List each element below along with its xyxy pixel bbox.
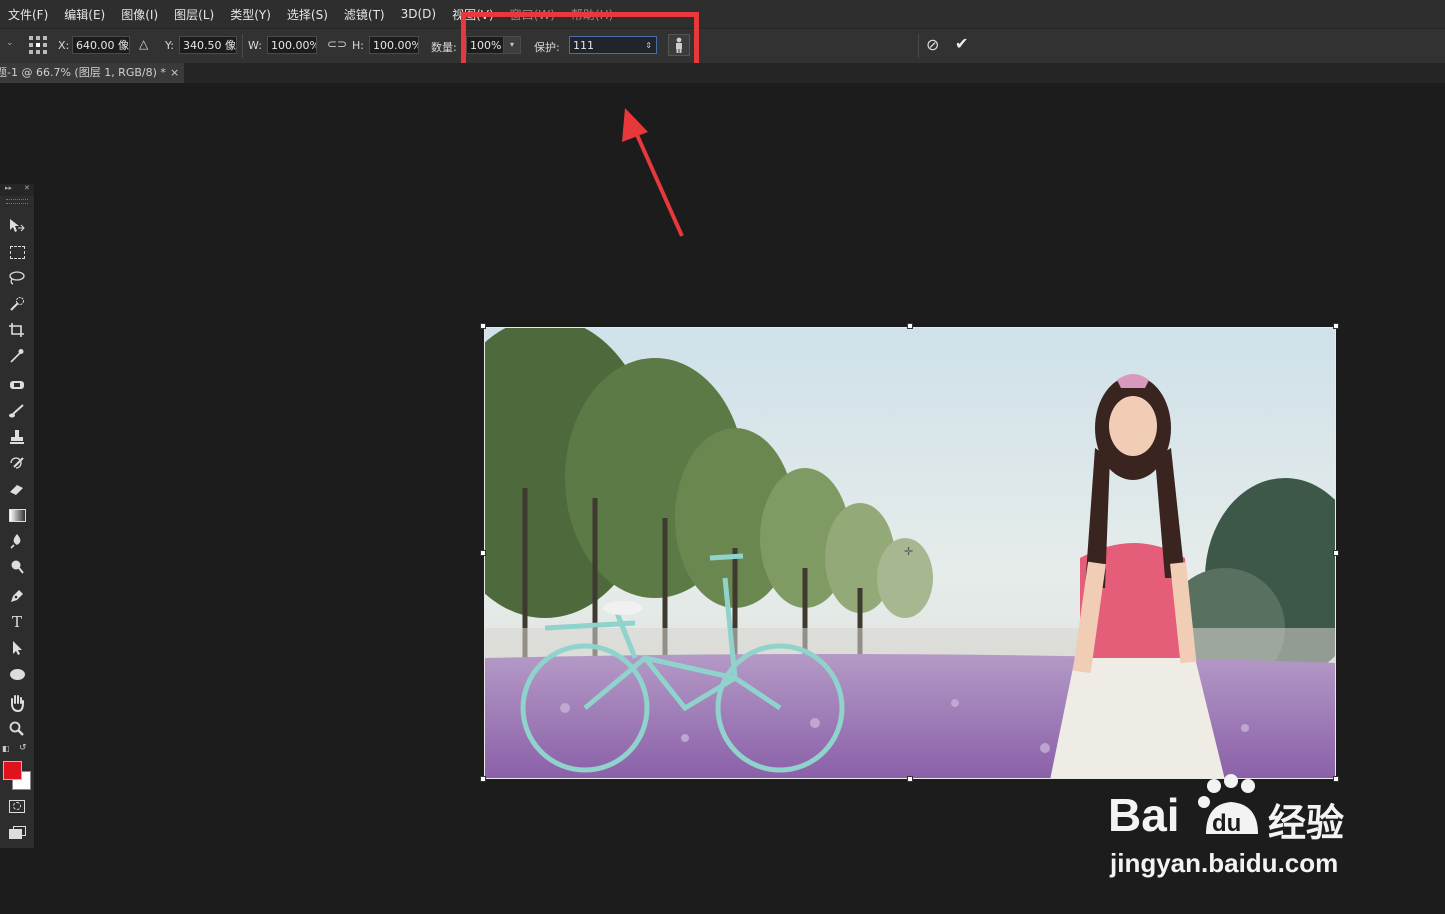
transform-handle-bottom-left[interactable]	[480, 776, 486, 782]
menu-layer[interactable]: 图层(L)	[166, 6, 222, 23]
tool-preset-chevron-icon[interactable]: ⌄	[6, 38, 14, 48]
swap-colors-icon[interactable]: ↺	[19, 743, 27, 753]
pen-icon[interactable]	[3, 585, 31, 607]
transform-handle-bottom[interactable]	[907, 776, 913, 782]
transform-handle-top[interactable]	[907, 323, 913, 329]
move-icon[interactable]	[3, 215, 31, 237]
transform-handle-top-right[interactable]	[1333, 323, 1339, 329]
menu-edit[interactable]: 编辑(E)	[56, 6, 113, 23]
quick-mask-icon[interactable]	[3, 795, 31, 817]
gradient-icon[interactable]	[3, 504, 31, 526]
watermark-brand-suffix: du	[1212, 810, 1242, 837]
menu-file[interactable]: 文件(F)	[0, 6, 56, 23]
height-field[interactable]: 100.00%	[369, 36, 419, 54]
divider	[918, 34, 919, 58]
zoom-icon[interactable]	[3, 718, 31, 740]
marquee-icon[interactable]	[3, 241, 31, 263]
bicycle-seat	[603, 601, 643, 615]
quick-select-icon[interactable]	[3, 293, 31, 315]
lasso-icon[interactable]	[3, 267, 31, 289]
foreground-color-swatch[interactable]	[3, 761, 22, 780]
type-icon[interactable]: T	[3, 611, 31, 633]
document-tab-bar: 题-1 @ 66.7% (图层 1, RGB/8) * ×	[0, 63, 1445, 83]
history-brush-icon[interactable]	[3, 452, 31, 474]
healing-icon[interactable]	[3, 374, 31, 396]
tools-panel: ▸▸ ✕ T ◧ ↺	[0, 184, 35, 848]
cancel-icon[interactable]: ⊘	[926, 35, 939, 54]
eyedropper-icon[interactable]	[3, 345, 31, 367]
y-field[interactable]: 340.50 像素	[179, 36, 237, 54]
close-panel-icon[interactable]: ✕	[24, 184, 30, 192]
menu-select[interactable]: 选择(S)	[279, 6, 336, 23]
watermark-url: jingyan.baidu.com	[1110, 848, 1339, 878]
annotation-arrow	[622, 108, 684, 237]
close-icon[interactable]: ×	[170, 63, 179, 83]
screen-mode-icon[interactable]	[3, 821, 31, 843]
panel-grip[interactable]	[6, 199, 28, 204]
menu-image[interactable]: 图像(I)	[113, 6, 166, 23]
x-field[interactable]: 640.00 像素	[72, 36, 130, 54]
commit-icon[interactable]: ✔	[955, 34, 968, 53]
panel-header[interactable]: ▸▸ ✕	[0, 184, 34, 196]
menu-3d[interactable]: 3D(D)	[393, 7, 444, 21]
hand-icon[interactable]	[3, 692, 31, 714]
watermark: Bai du 经验 jingyan.baidu.com	[1108, 774, 1378, 890]
eraser-icon[interactable]	[3, 478, 31, 500]
transform-center-icon[interactable]: ✛	[904, 545, 913, 558]
watermark-cn: 经验	[1268, 801, 1345, 845]
document-tab[interactable]: 题-1 @ 66.7% (图层 1, RGB/8) * ×	[0, 63, 184, 83]
options-bar: ⌄ X: 640.00 像素 △ Y: 340.50 像素 W: 100.00%…	[0, 28, 1445, 65]
x-label: X:	[58, 39, 70, 52]
ellipse-icon[interactable]	[3, 663, 31, 685]
brush-icon[interactable]	[3, 400, 31, 422]
blur-icon[interactable]	[3, 530, 31, 552]
amount-label: 数量:	[431, 41, 457, 54]
w-label: W:	[248, 39, 262, 52]
crop-icon[interactable]	[3, 319, 31, 341]
delta-icon[interactable]: △	[139, 37, 148, 51]
path-select-icon[interactable]	[3, 637, 31, 659]
link-icon[interactable]: ⊂⊃	[327, 37, 347, 51]
dodge-icon[interactable]	[3, 556, 31, 578]
reference-point-icon[interactable]	[29, 36, 47, 54]
document-tab-title: 题-1 @ 66.7% (图层 1, RGB/8) *	[0, 66, 166, 79]
stamp-icon[interactable]	[3, 426, 31, 448]
transform-handle-right[interactable]	[1333, 550, 1339, 556]
menu-bar: 文件(F) 编辑(E) 图像(I) 图层(L) 类型(Y) 选择(S) 滤镜(T…	[0, 0, 1445, 28]
y-label: Y:	[165, 39, 174, 52]
transform-handle-left[interactable]	[480, 550, 486, 556]
menu-type[interactable]: 类型(Y)	[222, 6, 279, 23]
collapse-icon[interactable]: ▸▸	[5, 184, 12, 192]
transform-handle-top-left[interactable]	[480, 323, 486, 329]
watermark-brand: Bai	[1108, 789, 1180, 841]
width-field[interactable]: 100.00%	[267, 36, 317, 54]
default-colors-icon[interactable]: ◧	[2, 744, 10, 753]
divider	[242, 34, 243, 58]
menu-filter[interactable]: 滤镜(T)	[336, 6, 393, 23]
h-label: H:	[352, 39, 364, 52]
